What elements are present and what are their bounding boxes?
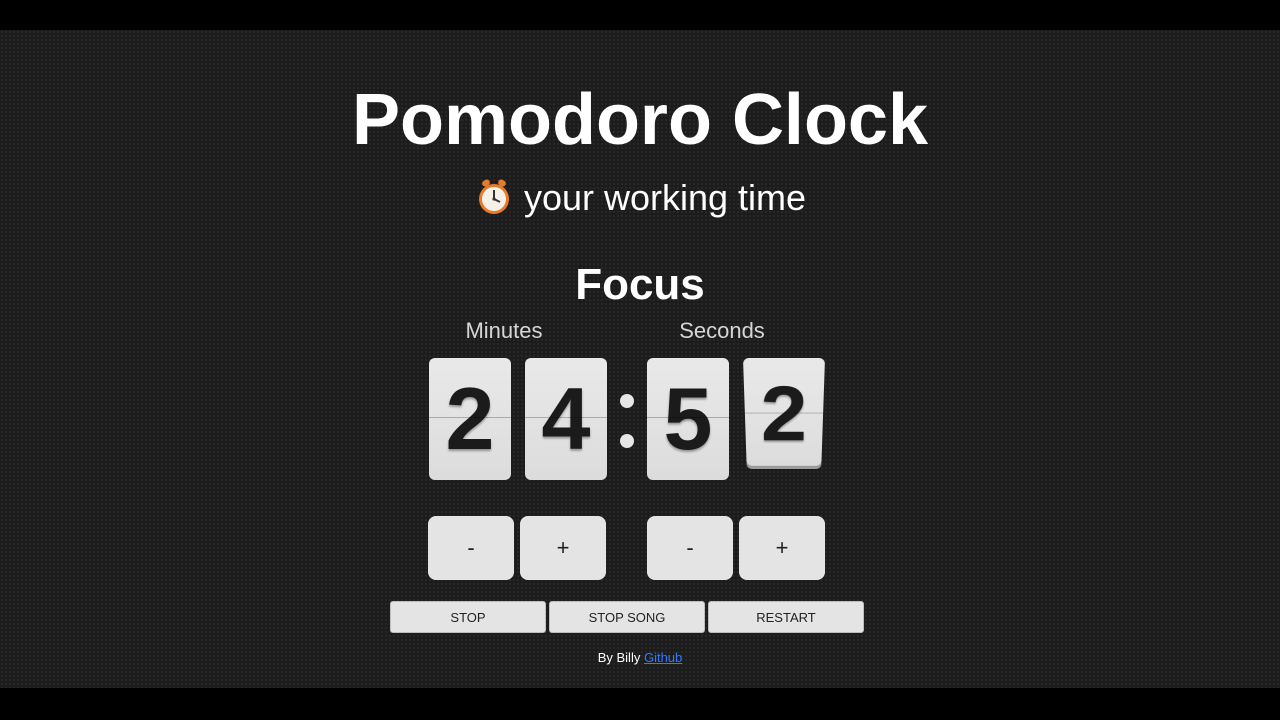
minutes-label: Minutes bbox=[465, 318, 543, 343]
timer-mode-label: Focus bbox=[575, 260, 705, 309]
seconds-tens-digit: 5 bbox=[647, 358, 729, 480]
seconds-increase-button[interactable]: + bbox=[739, 516, 825, 580]
seconds-decrease-button[interactable]: - bbox=[647, 516, 733, 580]
minutes-ones-digit: 4 bbox=[525, 358, 607, 480]
alarm-clock-icon bbox=[474, 176, 514, 225]
minutes-increase-button[interactable]: + bbox=[520, 516, 606, 580]
minutes-decrease-button[interactable]: - bbox=[428, 516, 514, 580]
stop-song-button[interactable]: STOP SONG bbox=[549, 601, 705, 633]
page-title: Pomodoro Clock bbox=[351, 80, 929, 160]
stop-button[interactable]: STOP bbox=[390, 601, 546, 633]
footer-byline: By Billy bbox=[597, 650, 641, 665]
seconds-label: Seconds bbox=[679, 318, 765, 343]
subtitle: your working time bbox=[0, 176, 1280, 225]
restart-button[interactable]: RESTART bbox=[708, 601, 864, 633]
minutes-tens-digit: 2 bbox=[429, 358, 511, 480]
github-link[interactable]: Github bbox=[644, 650, 682, 665]
seconds-ones-digit: 2 bbox=[743, 358, 825, 466]
app-stage: Pomodoro Clock your working time Focus M… bbox=[0, 30, 1280, 688]
time-separator bbox=[616, 382, 638, 462]
footer: By Billy Github bbox=[0, 650, 1280, 665]
subtitle-text: your working time bbox=[523, 177, 807, 218]
